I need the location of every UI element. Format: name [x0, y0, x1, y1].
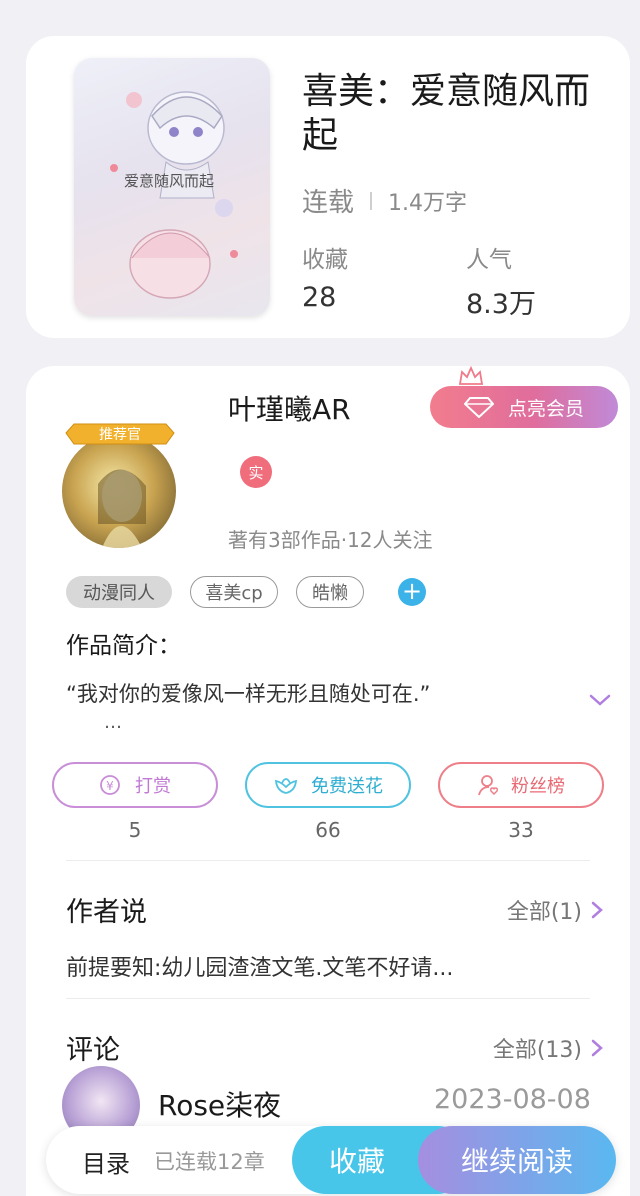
author-says-heading: 作者说	[66, 897, 147, 928]
author-stats: 著有3部作品·12人关注	[228, 528, 433, 552]
comments-all-link[interactable]: 全部(13)	[493, 1032, 604, 1064]
book-status: 连载	[302, 188, 355, 218]
cover-title-text: 爱意随风而起	[124, 172, 214, 190]
tip-button[interactable]: ¥ 打赏	[52, 762, 218, 808]
bottom-action-bar: 目录 已连载12章 收藏 继续阅读	[46, 1126, 616, 1194]
comment-username[interactable]: Rose柒夜	[158, 1084, 281, 1124]
author-says-all-label: 全部(1)	[506, 900, 582, 925]
cover-illustration: 爱意随风而起	[110, 91, 238, 299]
send-flower-label: 免费送花	[311, 776, 383, 797]
chapter-count: 已连载12章	[154, 1150, 265, 1174]
comments-all-label: 全部(13)	[492, 1038, 582, 1063]
book-word-count: 1.4万字	[388, 190, 468, 216]
svg-text:¥: ¥	[106, 779, 114, 793]
tag-ship[interactable]: 喜美cp	[190, 576, 278, 608]
vip-button-label: 点亮会员	[507, 397, 584, 420]
author-avatar[interactable]	[62, 434, 176, 548]
intro-ellipsis: …	[104, 712, 122, 733]
popularity-label: 人气	[466, 247, 512, 273]
continue-reading-button[interactable]: 继续阅读	[418, 1126, 616, 1194]
tip-count: 5	[128, 818, 142, 842]
favorites-button-label: 收藏	[328, 1145, 385, 1178]
send-flower-button[interactable]: 免费送花	[245, 762, 411, 808]
favorites-count: 28	[302, 282, 337, 313]
chevron-down-icon[interactable]	[588, 692, 612, 708]
author-says-text[interactable]: 前提要知:幼儿园渣渣文笔.文笔不好请...	[66, 950, 453, 982]
tag-anime-fanfic[interactable]: 动漫同人	[66, 576, 172, 608]
verified-badge: 实	[240, 456, 272, 488]
flower-icon	[274, 778, 298, 794]
comments-heading: 评论	[66, 1035, 120, 1066]
comment-date: 2023-08-08	[434, 1084, 591, 1115]
flower-count: 66	[315, 818, 341, 842]
tag-character[interactable]: 皓懒	[296, 576, 364, 608]
section-divider	[66, 998, 590, 999]
intro-text: “我对你的爱像风一样无形且随处可在.”	[66, 682, 431, 706]
favorites-label: 收藏	[302, 247, 348, 273]
fan-count: 33	[508, 818, 534, 842]
book-meta: 连载 1.4万字	[302, 182, 467, 219]
section-divider	[66, 860, 590, 861]
author-says-all-link[interactable]: 全部(1)	[507, 894, 604, 926]
chevron-right-icon	[591, 901, 603, 919]
chevron-right-icon	[591, 1039, 603, 1057]
crown-icon	[458, 366, 484, 385]
fan-ranking-button[interactable]: 粉丝榜	[438, 762, 604, 808]
fan-user-icon	[478, 775, 499, 796]
popularity-count: 8.3万	[466, 289, 536, 320]
avatar-illustration	[98, 469, 146, 548]
author-name[interactable]: 叶瑾曦AR	[228, 388, 351, 428]
fan-ranking-label: 粉丝榜	[511, 776, 565, 797]
tip-label: 打赏	[135, 776, 171, 797]
table-of-contents-button[interactable]: 目录	[82, 1144, 130, 1179]
add-tag-button[interactable]: +	[398, 578, 426, 606]
activate-vip-button[interactable]: 点亮会员	[430, 386, 618, 428]
diamond-icon	[463, 397, 494, 418]
book-info-card: 爱意随风而起 喜美：爱意随风而起 连载 1.4万字 收藏 28 人气 8.3万	[26, 36, 630, 338]
intro-heading: 作品简介：	[66, 633, 181, 659]
book-cover-image[interactable]: 爱意随风而起	[74, 58, 270, 316]
author-detail-card: 推荐官 叶瑾曦AR 点亮会员 实 著有3部作品·12人关注 动漫同人 喜美cp …	[26, 366, 630, 1196]
meta-divider	[370, 191, 373, 210]
book-title: 喜美：爱意随风而起	[302, 71, 591, 156]
recommender-badge-label: 推荐官	[99, 427, 141, 443]
yen-coin-icon: ¥	[100, 775, 120, 795]
recommender-badge: 推荐官	[65, 423, 175, 445]
